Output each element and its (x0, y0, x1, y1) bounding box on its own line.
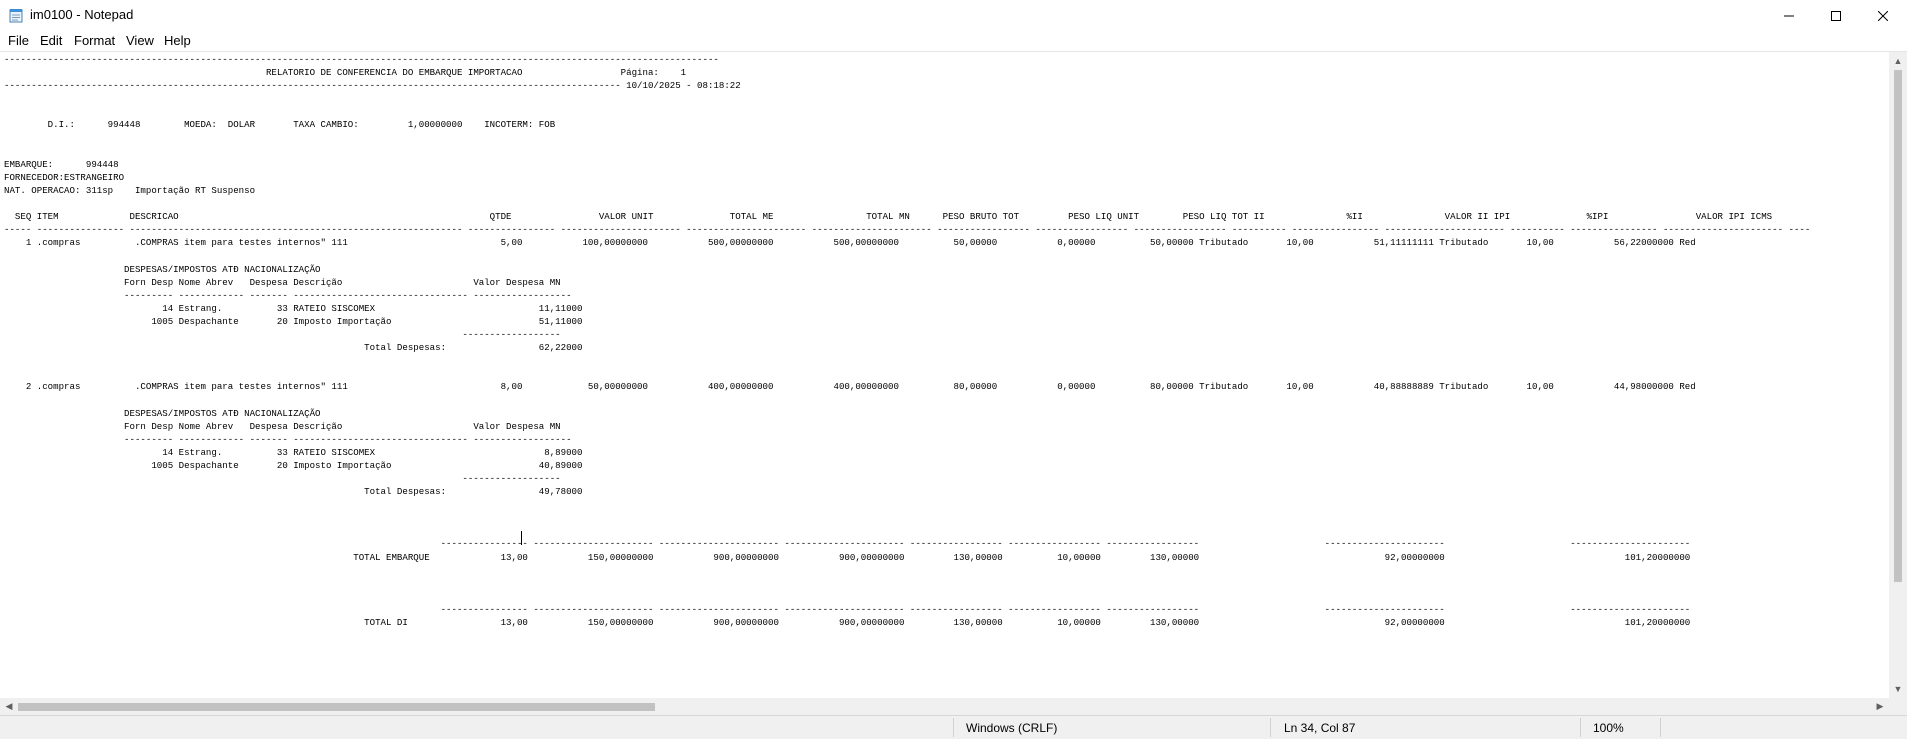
zoom-status: 100% (1593, 721, 1624, 735)
document-line: ----- ---------------- -----------------… (4, 224, 1811, 236)
document-line: TOTAL EMBARQUE 13,00 150,00000000 900,00… (4, 551, 1691, 563)
vertical-scroll-thumb[interactable] (1894, 70, 1902, 582)
document-line: --------- ------------ ------- ---------… (4, 433, 572, 445)
minimize-button[interactable] (1766, 0, 1812, 31)
document-line: --------- ------------ ------- ---------… (4, 289, 572, 301)
document-line: 1 .compras .COMPRAS item para testes int… (4, 237, 1696, 249)
text-caret (521, 531, 522, 545)
maximize-button[interactable] (1813, 0, 1859, 31)
menu-view[interactable]: View (126, 33, 154, 48)
document-line: ---------------- ---------------------- … (4, 538, 1691, 550)
document-line: 1005 Despachante 20 Imposto Importação 5… (4, 315, 583, 327)
horizontal-scroll-thumb[interactable] (18, 703, 655, 711)
document-line: NAT. OPERACAO: 311sp Importação RT Suspe… (4, 184, 256, 196)
vertical-scrollbar[interactable]: ▲ ▼ (1889, 52, 1907, 698)
document-line: DESPESAS/IMPOSTOS ATÐ NACIONALIZAÇÃO (4, 407, 321, 419)
status-divider (1270, 718, 1271, 737)
document-line: FORNECEDOR:ESTRANGEIRO (4, 171, 125, 183)
minimize-icon (1784, 15, 1794, 16)
document-line: Forn Desp Nome Abrev Despesa Descrição V… (4, 420, 561, 432)
document-text[interactable]: ------------------ ------------------ ----… (0, 52, 1889, 629)
close-icon (1878, 10, 1888, 21)
document-line: EMBARQUE: 994448 (4, 158, 119, 170)
close-button[interactable] (1860, 0, 1906, 31)
document-line: ---------------- ---------------------- … (4, 603, 1691, 615)
document-line: DESPESAS/IMPOSTOS ATÐ NACIONALIZAÇÃO (4, 263, 321, 275)
status-bar: Windows (CRLF) Ln 34, Col 87 100% (0, 715, 1907, 739)
scroll-right-icon[interactable]: ▶ (1871, 698, 1889, 715)
scroll-up-icon[interactable]: ▲ (1889, 52, 1907, 70)
document-line: 1005 Despachante 20 Imposto Importação 4… (4, 459, 583, 471)
scroll-left-icon[interactable]: ◀ (0, 698, 18, 715)
menu-edit[interactable]: Edit (40, 33, 62, 48)
document-line: SEQ ITEM DESCRICAO QTDE VALOR UNIT TOTAL… (4, 211, 1773, 223)
scroll-down-icon[interactable]: ▼ (1889, 680, 1907, 698)
document-line: ------------------ (4, 328, 561, 340)
line-ending-status: Windows (CRLF) (966, 721, 1058, 735)
text-editor[interactable]: ------------------ ------------------ ----… (0, 52, 1889, 698)
document-line: ----------------------------------------… (4, 54, 719, 65)
window-title: im0100 - Notepad (30, 7, 134, 22)
cursor-position-status: Ln 34, Col 87 (1284, 721, 1356, 735)
scrollbar-corner (1889, 698, 1907, 715)
notepad-icon (9, 9, 23, 23)
status-divider (1580, 718, 1581, 737)
document-line: Total Despesas: 49,78000 (4, 486, 583, 498)
document-line: RELATORIO DE CONFERENCIA DO EMBARQUE IMP… (4, 67, 687, 79)
status-divider (1660, 718, 1661, 737)
document-line: D.I.: 994448 MOEDA: DOLAR TAXA CAMBIO: 1… (4, 119, 556, 131)
document-line: TOTAL DI 13,00 150,00000000 900,00000000… (4, 617, 1691, 629)
horizontal-scrollbar[interactable]: ◀ ▶ (0, 698, 1889, 715)
menu-format[interactable]: Format (74, 33, 115, 48)
menu-bar: File Edit Format View Help (0, 31, 1907, 52)
document-line: Forn Desp Nome Abrev Despesa Descrição V… (4, 276, 561, 288)
document-line: 14 Estrang. 33 RATEIO SISCOMEX 11,11000 (4, 302, 583, 314)
status-divider (953, 718, 954, 737)
maximize-icon (1831, 10, 1841, 21)
document-line: 14 Estrang. 33 RATEIO SISCOMEX 8,89000 (4, 446, 583, 458)
title-bar: im0100 - Notepad (0, 0, 1907, 31)
document-line: ----------------------------------------… (4, 80, 741, 92)
menu-help[interactable]: Help (164, 33, 191, 48)
document-line: 2 .compras .COMPRAS item para testes int… (4, 381, 1696, 393)
document-line: ------------------ (4, 473, 561, 484)
menu-file[interactable]: File (8, 33, 29, 48)
document-line: Total Despesas: 62,22000 (4, 342, 583, 354)
